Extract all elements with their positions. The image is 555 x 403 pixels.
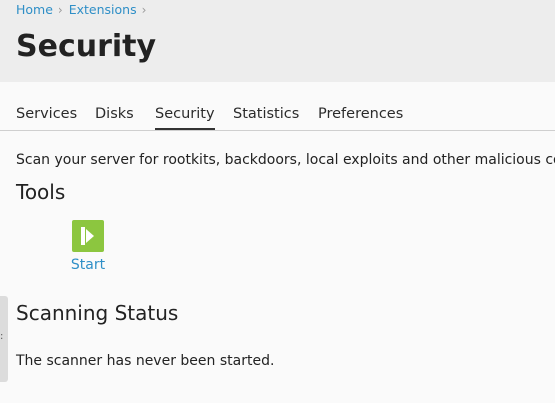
page-header: Home › Extensions › Security bbox=[0, 0, 555, 82]
tools-heading: Tools bbox=[16, 180, 66, 204]
tab-statistics[interactable]: Statistics bbox=[233, 105, 299, 129]
page-title: Security bbox=[16, 29, 157, 64]
start-label[interactable]: Start bbox=[64, 256, 112, 274]
tab-disks[interactable]: Disks bbox=[95, 105, 134, 129]
scanner-status-text: The scanner has never been started. bbox=[16, 353, 275, 369]
breadcrumb: Home › Extensions › bbox=[16, 2, 152, 18]
tab-bar: Services Disks Security Statistics Prefe… bbox=[0, 105, 555, 131]
breadcrumb-home-link[interactable]: Home bbox=[16, 2, 53, 17]
chevron-right-icon: › bbox=[57, 3, 63, 17]
tab-preferences[interactable]: Preferences bbox=[318, 105, 403, 129]
scanning-status-heading: Scanning Status bbox=[16, 301, 179, 325]
play-icon bbox=[72, 220, 104, 252]
drag-handle-icon: : bbox=[0, 331, 4, 342]
start-scan-button[interactable]: Start bbox=[64, 220, 112, 274]
tab-services[interactable]: Services bbox=[16, 105, 77, 129]
page-description: Scan your server for rootkits, backdoors… bbox=[16, 152, 555, 168]
chevron-right-icon: › bbox=[141, 3, 147, 17]
breadcrumb-extensions-link[interactable]: Extensions bbox=[69, 2, 137, 17]
tab-security[interactable]: Security bbox=[155, 105, 215, 130]
side-panel-handle[interactable]: : bbox=[0, 296, 8, 382]
